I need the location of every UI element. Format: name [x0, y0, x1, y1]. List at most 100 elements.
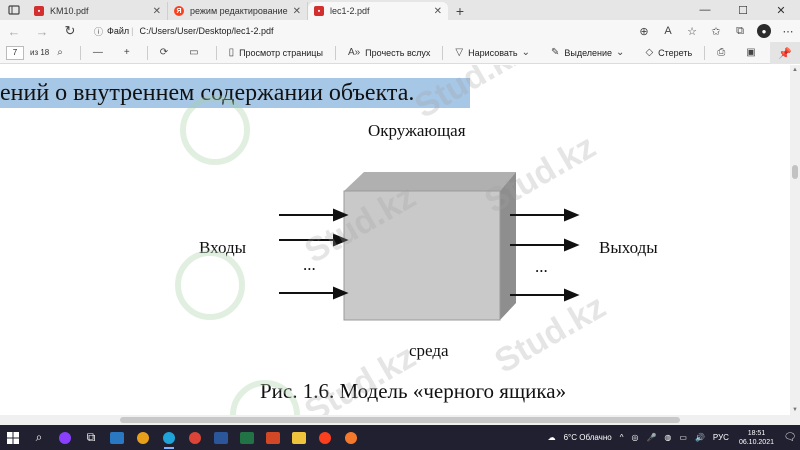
close-icon[interactable]: ✕	[153, 6, 161, 17]
avatar[interactable]: ●	[757, 24, 771, 38]
blender-icon[interactable]	[338, 425, 364, 450]
tab-yandex-search[interactable]: Я режим редактирование гранаа ✕	[168, 2, 308, 20]
pdf-icon: ▪	[314, 6, 324, 16]
tab-km10[interactable]: ▪ KM10.pdf ✕	[28, 2, 168, 20]
weather-text[interactable]: 6°C Облачно	[564, 433, 612, 442]
arrow-head-icon	[564, 208, 580, 222]
url-field[interactable]: ⓘ Файл | C:/Users/User/Desktop/lec1-2.pd…	[88, 22, 608, 40]
reload-button[interactable]: ↻	[56, 20, 84, 42]
clock[interactable]: 18:51 06.10.2021	[739, 429, 774, 447]
file-explorer-icon[interactable]	[286, 425, 312, 450]
read-aloud-icon[interactable]: A	[656, 20, 680, 42]
maximize-button[interactable]: ☐	[724, 0, 762, 20]
divider	[215, 45, 217, 60]
erase-button[interactable]: ◇ Стереть	[637, 42, 700, 64]
close-icon[interactable]: ✕	[434, 6, 442, 17]
save-icon: ▣	[746, 47, 756, 58]
powerpoint-icon[interactable]	[260, 425, 286, 450]
save-button[interactable]: ▣	[738, 42, 768, 64]
task-view-icon[interactable]: ⧉	[78, 425, 104, 450]
address-actions: ⊕ A ☆ ✩ ⧉ ● ⋯	[632, 20, 800, 42]
battery-icon[interactable]: ▭	[679, 433, 687, 442]
tab-lec1-2[interactable]: ▪ lec1-2.pdf ✕	[308, 2, 448, 20]
scroll-up-icon[interactable]: ▲	[790, 67, 800, 73]
app-icon[interactable]	[130, 425, 156, 450]
language-indicator[interactable]: РУС	[713, 433, 729, 442]
zoom-icon[interactable]: ⊕	[632, 20, 656, 42]
tab-label: режим редактирование гранаа	[190, 6, 289, 16]
divider	[704, 45, 706, 60]
location-icon[interactable]: ◎	[631, 433, 638, 442]
volume-icon[interactable]: 🔊	[695, 433, 705, 442]
rotate-button[interactable]: ⟳	[152, 42, 181, 64]
taskbar: ⌕ ⧉ ☁ 6°C Облачно ^ ◎ 🎤 ◍ ▭ 🔊 РУС 18:51 …	[0, 425, 800, 450]
dots-left: ...	[303, 255, 316, 274]
collections-icon[interactable]: ⧉	[728, 20, 752, 42]
page-total: из 18	[30, 48, 50, 57]
print-icon: ⎙	[717, 47, 726, 58]
scroll-thumb[interactable]	[120, 417, 680, 423]
label-inputs: Входы	[199, 238, 247, 257]
search-icon[interactable]: ⌕	[26, 425, 52, 450]
url-text: C:/Users/User/Desktop/lec1-2.pdf	[139, 26, 274, 36]
messenger-icon[interactable]	[104, 425, 130, 450]
label-environment-bottom: среда	[409, 341, 449, 360]
box-top-face	[344, 172, 516, 191]
horizontal-scrollbar[interactable]	[0, 415, 800, 425]
read-aloud-icon: A»	[347, 47, 361, 58]
alice-icon[interactable]	[52, 425, 78, 450]
zoom-out-button[interactable]: —	[85, 42, 116, 64]
draw-button[interactable]: ▽ Нарисовать ⌄	[447, 42, 543, 64]
pdf-page: ений о внутреннем содержании объекта. ..…	[0, 65, 790, 415]
arrow-head-icon	[564, 288, 580, 302]
window-controls: — ☐ ✕	[686, 0, 800, 20]
chevron-up-icon[interactable]: ^	[620, 433, 624, 442]
pin-toolbar-button[interactable]: 📌	[770, 42, 800, 64]
close-window-button[interactable]: ✕	[762, 0, 800, 20]
highlight-label: Выделение	[564, 47, 613, 58]
highlight-button[interactable]: ✎ Выделение ⌄	[543, 42, 637, 64]
zoom-in-button[interactable]: +	[116, 42, 143, 64]
forward-button[interactable]: →	[28, 20, 56, 42]
info-icon[interactable]: ⓘ	[94, 25, 103, 38]
word-icon[interactable]	[208, 425, 234, 450]
close-icon[interactable]: ✕	[293, 6, 301, 17]
draw-label: Нарисовать	[468, 47, 518, 58]
windows-start-icon[interactable]	[0, 425, 26, 450]
output-arrows	[510, 208, 580, 302]
plus-icon: +	[123, 47, 130, 58]
favorite-star-icon[interactable]: ☆	[680, 20, 704, 42]
excel-icon[interactable]	[234, 425, 260, 450]
fit-page-button[interactable]: ▭	[181, 42, 211, 64]
more-menu-icon[interactable]: ⋯	[776, 20, 800, 42]
chevron-down-icon: ⌄	[521, 47, 530, 58]
vertical-scrollbar[interactable]: ▲ ▼	[790, 65, 800, 415]
system-tray: ☁ 6°C Облачно ^ ◎ 🎤 ◍ ▭ 🔊 РУС 18:51 06.1…	[544, 425, 800, 450]
favorites-icon[interactable]: ✩	[704, 20, 728, 42]
notifications-icon[interactable]: 🗨	[780, 425, 800, 450]
scroll-down-icon[interactable]: ▼	[790, 407, 800, 413]
divider	[79, 45, 81, 60]
page-view-button[interactable]: ▯ Просмотр страницы	[221, 42, 331, 64]
edge-browser-icon[interactable]	[156, 425, 182, 450]
scroll-thumb[interactable]	[792, 165, 798, 179]
tab-label: lec1-2.pdf	[330, 6, 370, 16]
input-arrows	[279, 208, 349, 300]
page-number-input[interactable]: 7	[6, 45, 24, 60]
page-view-icon: ▯	[228, 47, 235, 58]
minimize-button[interactable]: —	[686, 0, 724, 20]
network-icon[interactable]: ◍	[664, 433, 671, 442]
yandex-browser-icon[interactable]	[312, 425, 338, 450]
weather-icon[interactable]: ☁	[548, 433, 556, 442]
search-icon: ⌕	[57, 47, 63, 58]
new-tab-button[interactable]: +	[448, 2, 472, 20]
print-button[interactable]: ⎙	[709, 42, 738, 64]
draw-icon: ▽	[455, 47, 464, 58]
microphone-icon[interactable]: 🎤	[646, 433, 656, 442]
read-aloud-button[interactable]: A» Прочесть вслух	[340, 42, 438, 64]
back-button[interactable]: ←	[0, 20, 28, 42]
tab-actions-icon[interactable]	[0, 0, 28, 20]
search-button[interactable]: ⌕	[49, 42, 76, 64]
box-front-face	[343, 190, 501, 321]
chrome-icon[interactable]	[182, 425, 208, 450]
